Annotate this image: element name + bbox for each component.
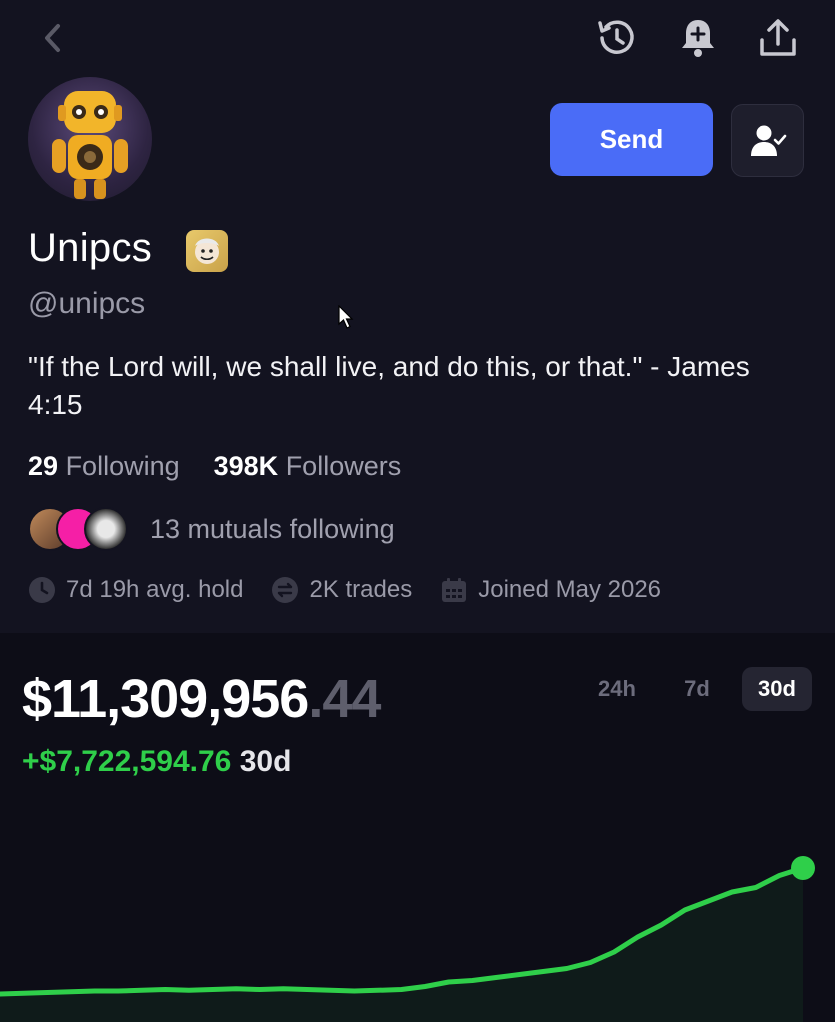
range-tab-24h[interactable]: 24h: [582, 667, 652, 711]
following-count: 29: [28, 451, 59, 481]
bell-plus-icon[interactable]: [672, 12, 724, 64]
profile-meta: 7d 19h avg. hold 2K trades Joined May 20…: [28, 576, 689, 604]
change-value: +$7,722,594.76: [22, 745, 232, 778]
portfolio-change: +$7,722,594.76 30d: [22, 745, 291, 779]
chart-endpoint[interactable]: [791, 856, 815, 880]
balance-cents: .44: [308, 669, 381, 729]
mutuals-row[interactable]: 13 mutuals following: [28, 507, 395, 551]
trades: 2K trades: [271, 576, 412, 604]
range-tab-30d[interactable]: 30d: [742, 667, 812, 711]
followers-count: 398K: [213, 451, 279, 481]
robot-avatar-image: [52, 91, 128, 199]
mutuals-text: 13 mutuals following: [150, 513, 395, 544]
history-icon[interactable]: [590, 12, 642, 64]
share-icon[interactable]: [752, 12, 804, 64]
top-bar: [0, 0, 835, 78]
avatar: [28, 77, 152, 201]
calendar-icon: [442, 578, 467, 602]
clock-icon: [29, 577, 55, 603]
portfolio-chart: [0, 856, 815, 1022]
trades-text: 2K trades: [309, 576, 413, 603]
profile-handle: @unipcs: [28, 287, 146, 320]
profile-badge-icon: [186, 230, 228, 272]
mouse-cursor-icon: [338, 305, 354, 329]
follow-stats: 29 Following 398K Followers: [28, 451, 401, 482]
range-tabs: 24h 7d 30d: [572, 667, 812, 711]
change-period: 30d: [239, 745, 292, 778]
joined: Joined May 2026: [440, 576, 661, 604]
send-button[interactable]: Send: [550, 103, 713, 176]
range-tab-7d[interactable]: 7d: [662, 667, 732, 711]
mutual-avatar: [84, 507, 128, 551]
chevron-left-icon[interactable]: [34, 18, 70, 58]
portfolio-balance: $11,309,956.44: [22, 668, 381, 730]
profile-name: Unipcs: [28, 226, 153, 270]
followers-label: Followers: [285, 451, 402, 481]
following-label: Following: [65, 451, 180, 481]
joined-text: Joined May 2026: [478, 576, 662, 603]
profile-bio: "If the Lord will, we shall live, and do…: [28, 351, 750, 420]
balance-main: $11,309,956: [22, 669, 309, 729]
avg-hold: 7d 19h avg. hold: [28, 576, 243, 604]
swap-icon: [272, 577, 299, 603]
following-stat[interactable]: 29 Following: [28, 451, 180, 482]
avg-hold-text: 7d 19h avg. hold: [66, 576, 244, 603]
followers-stat[interactable]: 398K Followers: [214, 451, 402, 482]
user-check-icon[interactable]: [731, 104, 804, 177]
chart-area: [0, 868, 803, 1022]
